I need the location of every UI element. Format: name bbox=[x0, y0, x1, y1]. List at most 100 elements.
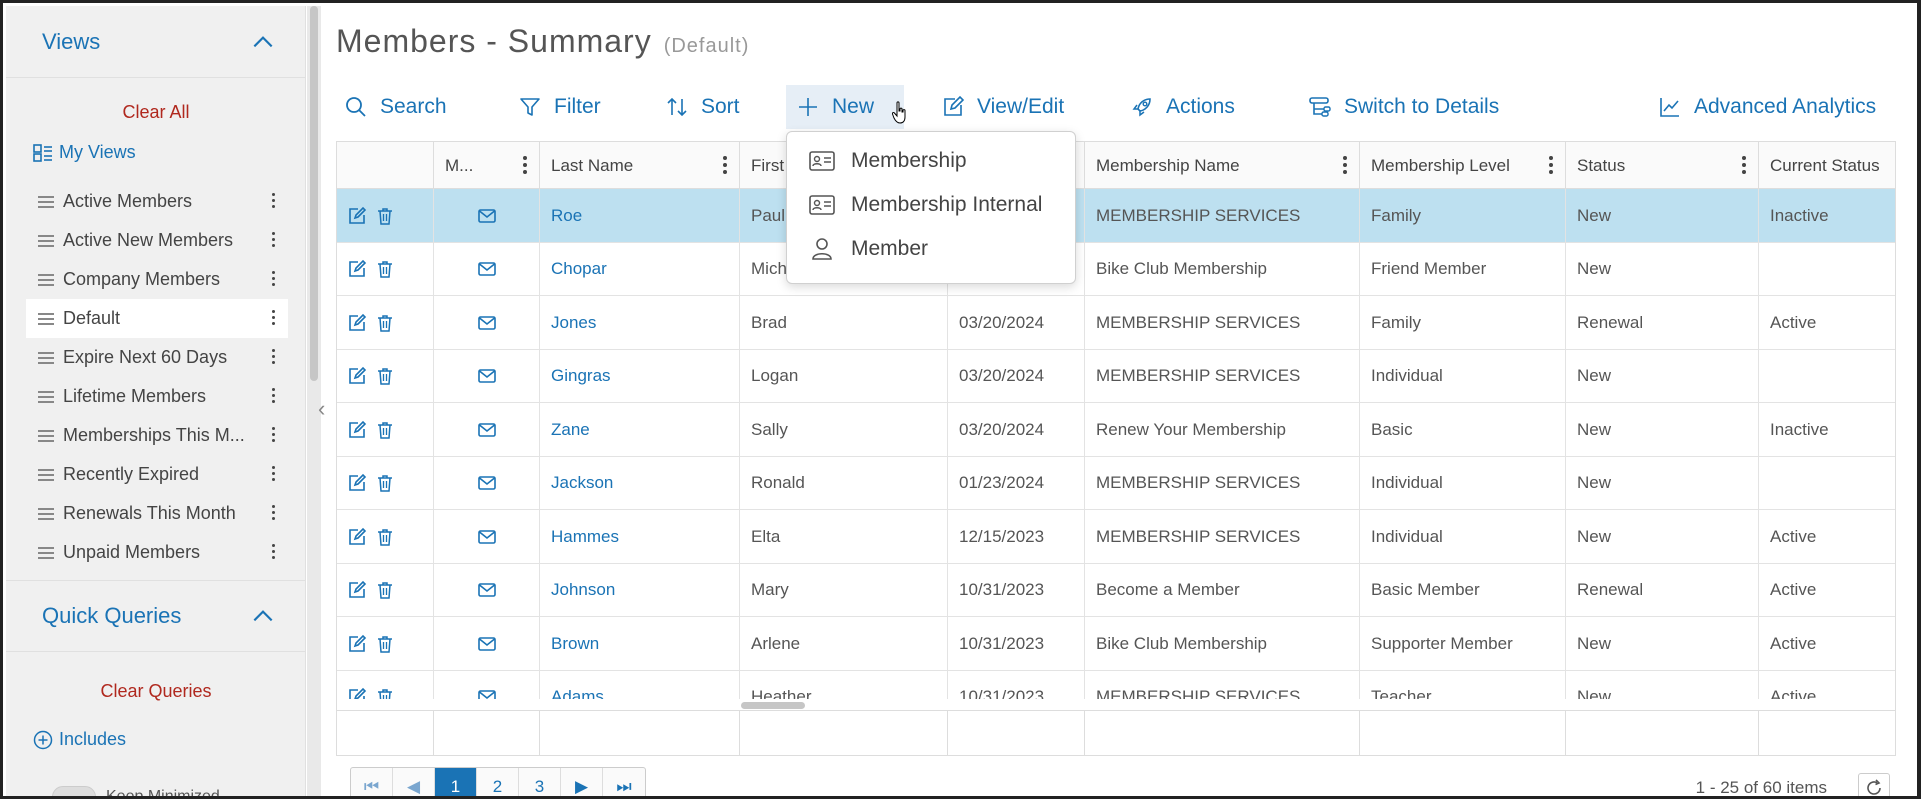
table-row[interactable]: Adams Heather 10/31/2023 MEMBERSHIP SERVICE… bbox=[337, 670, 1895, 699]
grid-horizontal-scrollbar[interactable] bbox=[337, 699, 1895, 711]
column-header-mail[interactable]: M... bbox=[434, 142, 540, 189]
trash-icon[interactable] bbox=[375, 473, 395, 493]
drag-handle-icon[interactable] bbox=[38, 468, 54, 481]
trash-icon[interactable] bbox=[375, 366, 395, 386]
column-menu-icon[interactable] bbox=[1549, 156, 1553, 174]
view-item[interactable]: Recently Expired bbox=[26, 455, 288, 494]
cell-last-name[interactable]: Johnson bbox=[540, 563, 740, 617]
advanced-analytics-button[interactable]: Advanced Analytics bbox=[1648, 85, 1886, 129]
edit-icon[interactable] bbox=[347, 420, 367, 440]
switch-to-details-button[interactable]: Switch to Details bbox=[1298, 85, 1509, 129]
edit-icon[interactable] bbox=[347, 527, 367, 547]
drag-handle-icon[interactable] bbox=[38, 351, 54, 364]
mail-icon[interactable] bbox=[477, 206, 497, 226]
view-item[interactable]: Company Members bbox=[26, 260, 288, 299]
trash-icon[interactable] bbox=[375, 527, 395, 547]
filter-button[interactable]: Filter bbox=[508, 85, 611, 129]
edit-icon[interactable] bbox=[347, 580, 367, 600]
trash-icon[interactable] bbox=[375, 206, 395, 226]
kebab-menu-icon[interactable] bbox=[272, 310, 276, 325]
trash-icon[interactable] bbox=[375, 259, 395, 279]
cell-last-name[interactable]: Hammes bbox=[540, 510, 740, 564]
views-header[interactable]: Views bbox=[6, 6, 306, 78]
page-button-current[interactable]: 1 bbox=[435, 768, 477, 796]
cell-last-name[interactable]: Roe bbox=[540, 189, 740, 243]
kebab-menu-icon[interactable] bbox=[272, 427, 276, 442]
view-item[interactable]: Renewals This Month bbox=[26, 494, 288, 533]
view-item[interactable]: Active Members bbox=[26, 182, 288, 221]
view-item[interactable]: Expire Next 60 Days bbox=[26, 338, 288, 377]
column-header-current-status[interactable]: Current Status bbox=[1759, 142, 1895, 189]
menu-item-membership-internal[interactable]: Membership Internal bbox=[787, 183, 1075, 227]
column-menu-icon[interactable] bbox=[723, 156, 727, 174]
view-item[interactable]: Memberships This M... bbox=[26, 416, 288, 455]
edit-icon[interactable] bbox=[347, 313, 367, 333]
kebab-menu-icon[interactable] bbox=[272, 544, 276, 559]
column-header-status[interactable]: Status bbox=[1566, 142, 1759, 189]
view-item[interactable]: Unpaid Members bbox=[26, 533, 288, 572]
edit-icon[interactable] bbox=[347, 206, 367, 226]
drag-handle-icon[interactable] bbox=[38, 429, 54, 442]
view-edit-button[interactable]: View/Edit bbox=[931, 85, 1074, 129]
sort-button[interactable]: Sort bbox=[655, 85, 750, 129]
cell-last-name[interactable]: Adams bbox=[540, 670, 740, 699]
chevron-up-icon[interactable] bbox=[250, 29, 276, 55]
kebab-menu-icon[interactable] bbox=[272, 271, 276, 286]
table-row[interactable]: Hammes Elta 12/15/2023 MEMBERSHIP SERVICES I… bbox=[337, 510, 1895, 564]
edit-icon[interactable] bbox=[347, 634, 367, 654]
mail-icon[interactable] bbox=[477, 634, 497, 654]
column-header-membership-level[interactable]: Membership Level bbox=[1360, 142, 1566, 189]
new-button[interactable]: New bbox=[786, 85, 904, 129]
mail-icon[interactable] bbox=[477, 473, 497, 493]
table-row[interactable]: Zane Sally 03/20/2024 Renew Your Membership… bbox=[337, 403, 1895, 457]
drag-handle-icon[interactable] bbox=[38, 507, 54, 520]
mail-icon[interactable] bbox=[477, 580, 497, 600]
menu-item-membership[interactable]: Membership bbox=[787, 139, 1075, 183]
cell-last-name[interactable]: Zane bbox=[540, 403, 740, 457]
my-views-link[interactable]: My Views bbox=[33, 142, 136, 163]
cell-last-name[interactable]: Gingras bbox=[540, 349, 740, 403]
mail-icon[interactable] bbox=[477, 687, 497, 699]
trash-icon[interactable] bbox=[375, 687, 395, 699]
edit-icon[interactable] bbox=[347, 687, 367, 699]
mail-icon[interactable] bbox=[477, 259, 497, 279]
first-page-button[interactable]: ⏮ bbox=[351, 768, 393, 796]
column-menu-icon[interactable] bbox=[523, 156, 527, 174]
cell-last-name[interactable]: Jackson bbox=[540, 456, 740, 510]
next-page-button[interactable]: ▶ bbox=[561, 768, 603, 796]
refresh-button[interactable] bbox=[1858, 773, 1890, 796]
view-item-active[interactable]: Default bbox=[26, 299, 288, 338]
scrollbar-thumb[interactable] bbox=[741, 702, 805, 709]
trash-icon[interactable] bbox=[375, 580, 395, 600]
drag-handle-icon[interactable] bbox=[38, 390, 54, 403]
mail-icon[interactable] bbox=[477, 527, 497, 547]
drag-handle-icon[interactable] bbox=[38, 234, 54, 247]
view-item[interactable]: Lifetime Members bbox=[26, 377, 288, 416]
cell-last-name[interactable]: Chopar bbox=[540, 242, 740, 296]
mail-icon[interactable] bbox=[477, 313, 497, 333]
actions-button[interactable]: Actions bbox=[1120, 85, 1245, 129]
cell-last-name[interactable]: Brown bbox=[540, 617, 740, 671]
kebab-menu-icon[interactable] bbox=[272, 349, 276, 364]
kebab-menu-icon[interactable] bbox=[272, 232, 276, 247]
page-button[interactable]: 3 bbox=[519, 768, 561, 796]
kebab-menu-icon[interactable] bbox=[272, 466, 276, 481]
page-button[interactable]: 2 bbox=[477, 768, 519, 796]
column-header-membership-name[interactable]: Membership Name bbox=[1085, 142, 1360, 189]
grid-vertical-scrollbar[interactable] bbox=[1895, 190, 1896, 708]
kebab-menu-icon[interactable] bbox=[272, 505, 276, 520]
kebab-menu-icon[interactable] bbox=[272, 193, 276, 208]
trash-icon[interactable] bbox=[375, 313, 395, 333]
quick-queries-header[interactable]: Quick Queries bbox=[6, 580, 306, 652]
cell-last-name[interactable]: Jones bbox=[540, 296, 740, 350]
table-row[interactable]: Jones Brad 03/20/2024 MEMBERSHIP SERVICES Fa… bbox=[337, 296, 1895, 350]
search-button[interactable]: Search bbox=[334, 85, 457, 129]
scrollbar-thumb[interactable] bbox=[310, 6, 318, 381]
table-row[interactable]: Brown Arlene 10/31/2023 Bike Club Membershi… bbox=[337, 617, 1895, 671]
last-page-button[interactable]: ⏭ bbox=[603, 768, 645, 796]
table-row[interactable]: Jackson Ronald 01/23/2024 MEMBERSHIP SERVIC… bbox=[337, 456, 1895, 510]
clear-all-link[interactable]: Clear All bbox=[6, 102, 306, 123]
includes-link[interactable]: Includes bbox=[33, 729, 126, 750]
drag-handle-icon[interactable] bbox=[38, 273, 54, 286]
table-row[interactable]: Chopar Mich Bike Club Membership Friend Mem… bbox=[337, 242, 1895, 296]
